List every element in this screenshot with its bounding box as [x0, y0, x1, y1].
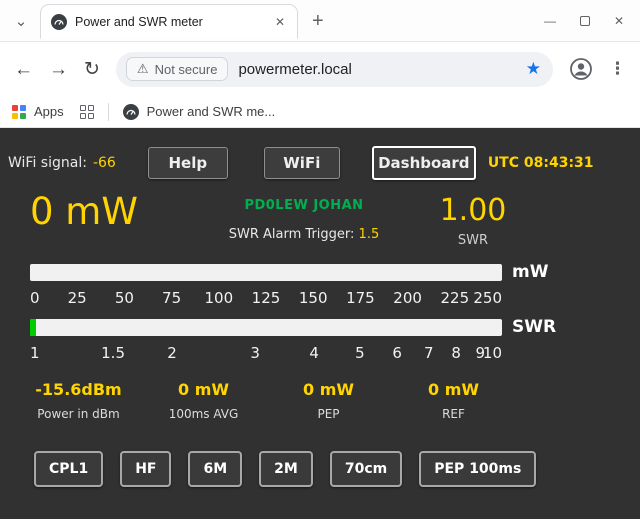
mw-tick: 250	[473, 289, 502, 307]
new-tab-button[interactable]: +	[312, 11, 324, 31]
swr-meter-row: SWR	[30, 317, 640, 337]
apps-shortcut[interactable]: Apps	[34, 104, 64, 119]
wifi-signal-value: -66	[93, 155, 116, 171]
mw-tick: 175	[346, 289, 375, 307]
bookmarks-separator	[108, 103, 109, 121]
bookmark-item[interactable]: Power and SWR me...	[147, 104, 276, 119]
mode-button-row: CPL1 HF 6M 2M 70cm PEP 100ms	[34, 451, 640, 487]
tab-search-chevron-icon[interactable]: ⌄	[6, 12, 36, 30]
swr-alarm-row: SWR Alarm Trigger: 1.5	[190, 227, 418, 242]
meter-page: WiFi signal: -66 Help WiFi Dashboard UTC…	[0, 128, 640, 518]
reload-icon[interactable]: ↻	[84, 60, 100, 79]
mode-button-hf[interactable]: HF	[120, 451, 171, 487]
navigation-bar: ← → ↻ ⚠ Not secure powermeter.local ★ ⋮	[0, 42, 640, 96]
swr-alarm-label: SWR Alarm Trigger:	[229, 227, 355, 242]
bookmark-favicon-icon	[123, 104, 139, 120]
mw-tick: 200	[393, 289, 422, 307]
swr-scale: 1 1.5 2 3 4 5 6 7 8 9 10	[30, 344, 502, 366]
browser-tab[interactable]: Power and SWR meter ✕	[40, 4, 298, 39]
swr-alarm-value: 1.5	[359, 227, 380, 242]
profile-avatar-icon[interactable]	[569, 57, 593, 81]
mw-scale: 0 25 50 75 100 125 150 175 200 225 250	[30, 289, 502, 311]
mw-meter-bar	[30, 264, 502, 281]
utc-clock: UTC 08:43:31	[488, 155, 594, 171]
minimize-button[interactable]: —	[544, 14, 556, 28]
reading-ref: 0 mW REF	[391, 380, 516, 421]
reading-avg: 0 mW 100ms AVG	[141, 380, 266, 421]
swr-tick: 8	[451, 344, 461, 362]
tab-close-icon[interactable]: ✕	[271, 13, 289, 31]
reading-dbm-label: Power in dBm	[16, 407, 141, 421]
security-chip[interactable]: ⚠ Not secure	[126, 57, 229, 81]
swr-tick: 1	[30, 344, 40, 362]
forward-icon[interactable]: →	[49, 60, 68, 79]
swr-tick: 6	[392, 344, 402, 362]
reading-list-grid-icon[interactable]	[80, 105, 94, 119]
reading-pep: 0 mW PEP	[266, 380, 391, 421]
mw-tick: 0	[30, 289, 40, 307]
swr-meter-fill	[30, 319, 36, 336]
mw-tick: 25	[68, 289, 87, 307]
swr-tick: 10	[483, 344, 502, 362]
reading-dbm-value: -15.6dBm	[16, 380, 141, 399]
mw-meter-row: mW	[30, 262, 640, 282]
back-icon[interactable]: ←	[14, 60, 33, 79]
tab-title: Power and SWR meter	[75, 15, 271, 29]
mw-tick: 75	[162, 289, 181, 307]
wifi-button[interactable]: WiFi	[264, 147, 340, 179]
mode-button-pep100ms[interactable]: PEP 100ms	[419, 451, 536, 487]
mode-button-cpl1[interactable]: CPL1	[34, 451, 103, 487]
wifi-signal-label: WiFi signal:	[8, 155, 87, 171]
mode-button-6m[interactable]: 6M	[188, 451, 242, 487]
mw-tick: 50	[115, 289, 134, 307]
swr-tick: 5	[355, 344, 365, 362]
bookmarks-bar: Apps Power and SWR me...	[0, 96, 640, 128]
reading-ref-label: REF	[391, 407, 516, 421]
help-button[interactable]: Help	[148, 147, 228, 179]
mw-tick: 100	[204, 289, 233, 307]
reading-avg-value: 0 mW	[141, 380, 266, 399]
mode-button-2m[interactable]: 2M	[259, 451, 313, 487]
window-controls: — ✕	[544, 14, 640, 28]
swr-tick: 2	[167, 344, 177, 362]
bookmark-star-icon[interactable]: ★	[526, 59, 541, 79]
apps-grid-icon[interactable]	[12, 105, 26, 119]
mw-tick: 125	[252, 289, 281, 307]
address-bar[interactable]: ⚠ Not secure powermeter.local ★	[116, 52, 553, 87]
main-readout-row: 0 mW PD0LEW JOHAN SWR Alarm Trigger: 1.5…	[30, 192, 640, 248]
warning-icon: ⚠	[137, 61, 149, 77]
swr-tick: 7	[424, 344, 434, 362]
tab-strip: ⌄ Power and SWR meter ✕ + — ✕	[0, 0, 640, 42]
swr-main-value: 1.00	[418, 194, 528, 227]
reading-pep-value: 0 mW	[266, 380, 391, 399]
readings-row: -15.6dBm Power in dBm 0 mW 100ms AVG 0 m…	[16, 380, 640, 421]
reading-pep-label: PEP	[266, 407, 391, 421]
reading-avg-label: 100ms AVG	[141, 407, 266, 421]
mw-tick: 150	[299, 289, 328, 307]
url-text: powermeter.local	[238, 61, 351, 78]
callsign-text: PD0LEW JOHAN	[190, 198, 418, 213]
mw-bar-unit-label: mW	[512, 262, 548, 282]
mode-button-70cm[interactable]: 70cm	[330, 451, 402, 487]
page-header: WiFi signal: -66 Help WiFi Dashboard UTC…	[8, 146, 640, 180]
swr-tick: 3	[250, 344, 260, 362]
dashboard-button[interactable]: Dashboard	[372, 146, 476, 180]
swr-meter-bar	[30, 319, 502, 336]
browser-menu-icon[interactable]: ⋮	[609, 59, 626, 79]
maximize-button[interactable]	[580, 16, 590, 26]
power-main-value: 0 mW	[30, 192, 190, 248]
mw-tick: 225	[440, 289, 469, 307]
reading-dbm: -15.6dBm Power in dBm	[16, 380, 141, 421]
swr-tick: 1.5	[101, 344, 125, 362]
security-label: Not secure	[155, 62, 218, 77]
swr-caption: SWR	[418, 233, 528, 248]
swr-bar-unit-label: SWR	[512, 317, 556, 337]
swr-tick: 4	[309, 344, 319, 362]
site-favicon-icon	[51, 14, 67, 30]
reading-ref-value: 0 mW	[391, 380, 516, 399]
window-close-button[interactable]: ✕	[614, 14, 624, 28]
